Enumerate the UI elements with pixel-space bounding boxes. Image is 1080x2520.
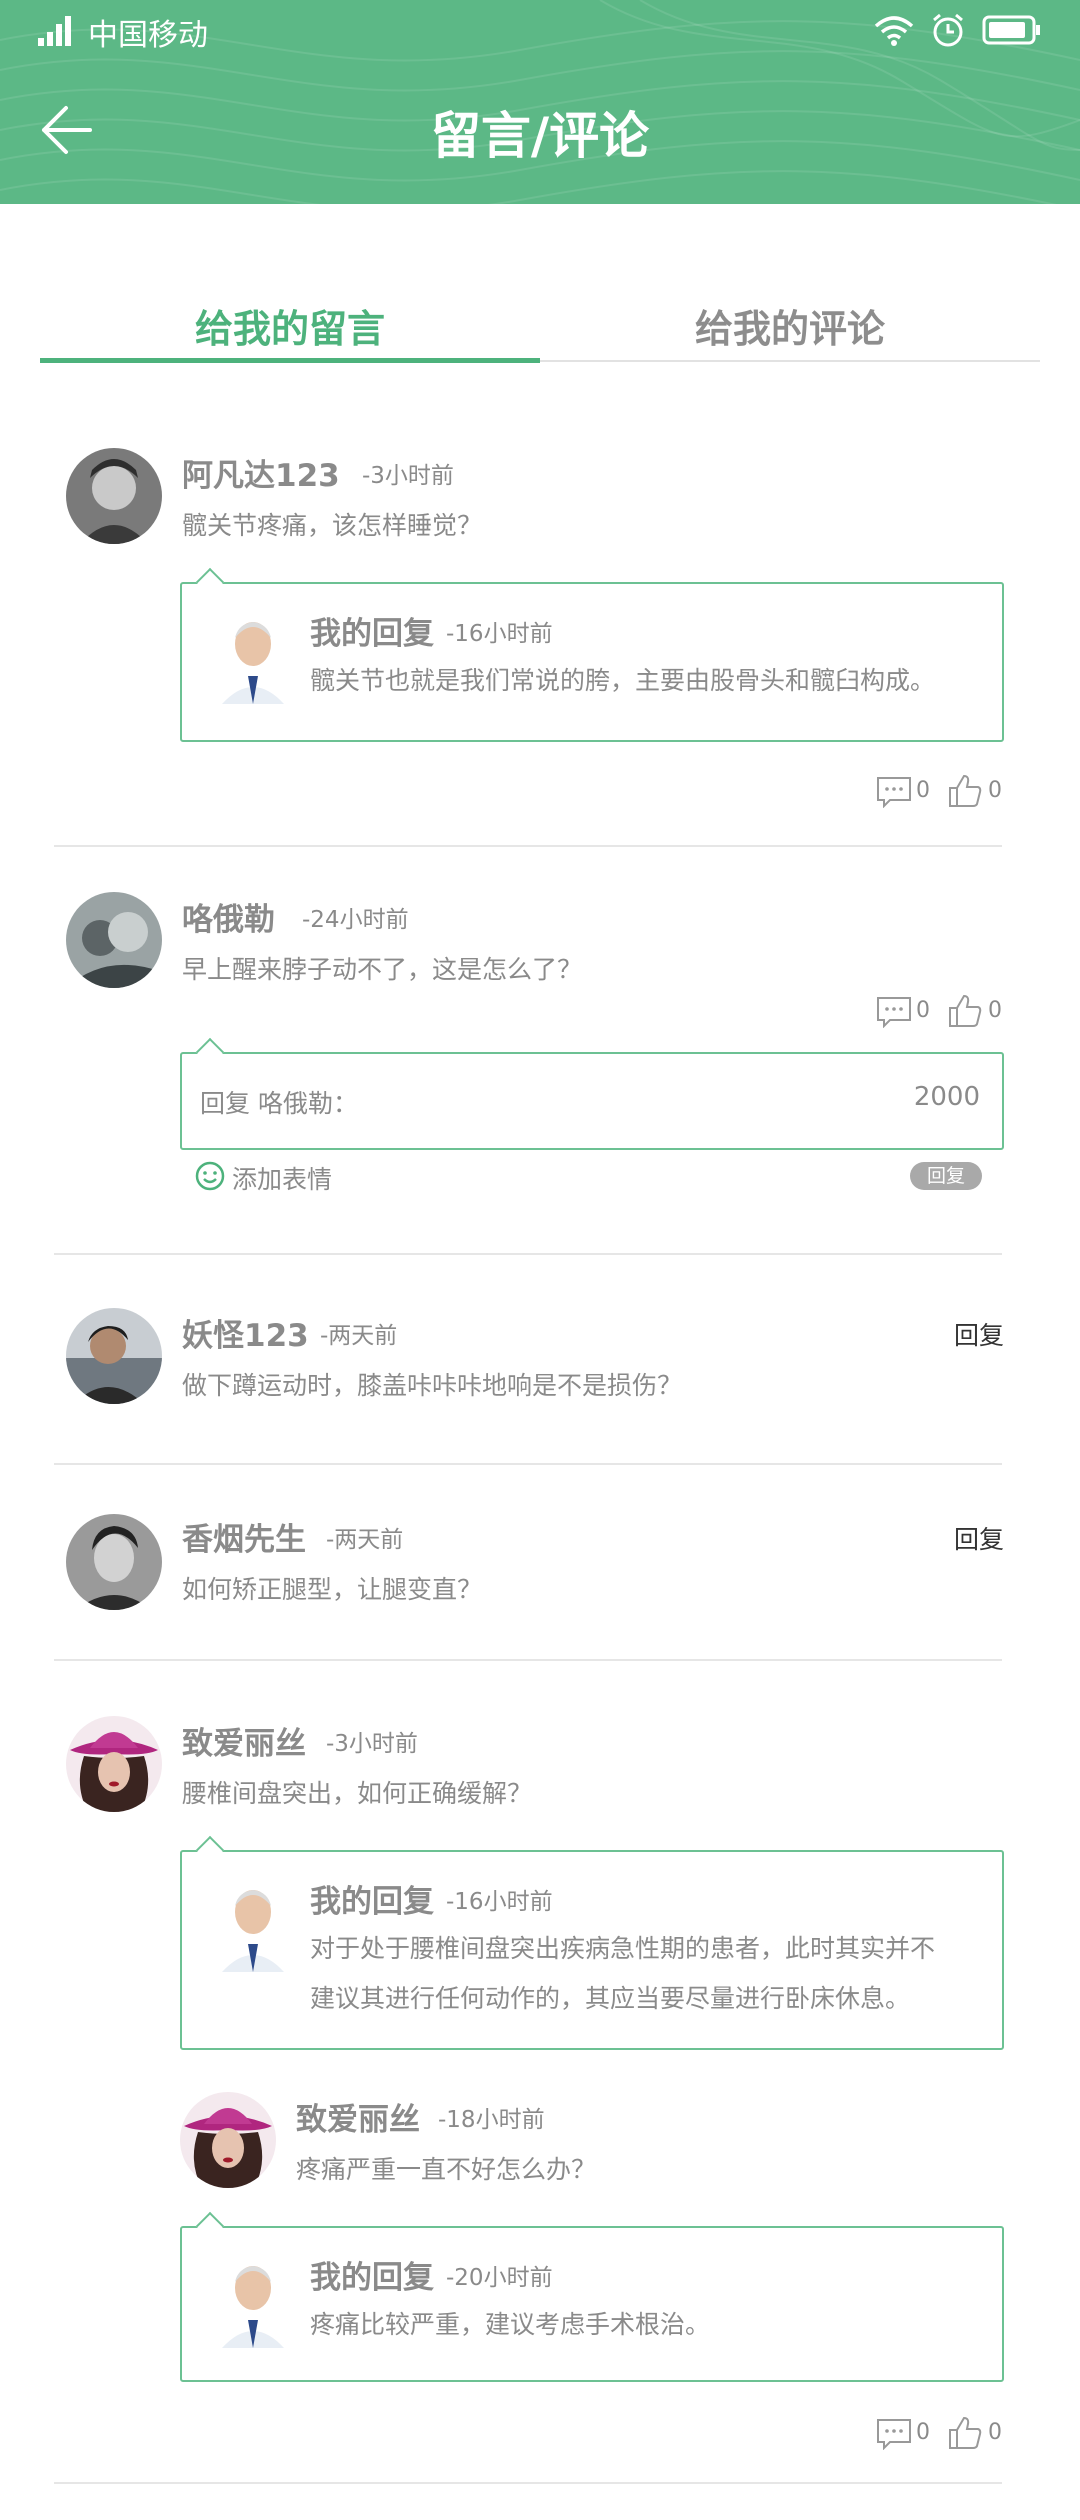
like-icon[interactable] <box>948 2416 982 2450</box>
comment-count: 0 <box>916 998 930 1023</box>
add-emoji-link[interactable]: 添加表情 <box>232 1160 332 1196</box>
doctor-avatar <box>218 614 288 704</box>
separator <box>54 1463 1002 1465</box>
message-actions: 0 0 <box>876 2414 1006 2454</box>
active-tab-indicator <box>40 358 540 363</box>
doctor-avatar <box>218 2258 288 2348</box>
reply-time: -16小时前 <box>446 1889 553 1915</box>
smiley-icon[interactable] <box>194 1160 226 1192</box>
page-title: 留言/评论 <box>430 107 650 165</box>
message-text: 早上醒来脖子动不了，这是怎么了？ <box>182 955 583 984</box>
followup-text: 疼痛严重一直不好怎么办？ <box>296 2155 597 2184</box>
separator <box>54 2482 1002 2484</box>
separator <box>54 1659 1002 1661</box>
user-avatar[interactable] <box>66 892 162 988</box>
tab-comments[interactable]: 给我的评论 <box>540 298 1040 353</box>
reply-time: -16小时前 <box>446 621 553 647</box>
user-avatar[interactable] <box>66 1716 162 1812</box>
user-name: 妖怪123 <box>182 1318 309 1354</box>
carrier-name: 中国移动 <box>88 18 208 53</box>
message-text: 做下蹲运动时，膝盖咔咔咔地响是不是损伤？ <box>182 1371 683 1400</box>
followup-time: -18小时前 <box>438 2107 545 2133</box>
comment-icon[interactable] <box>876 2418 912 2450</box>
comment-count: 0 <box>916 778 930 803</box>
message-time: -24小时前 <box>302 907 409 933</box>
followup-user-name: 致爱丽丝 <box>296 2102 420 2138</box>
user-avatar[interactable] <box>66 448 162 544</box>
status-bar: 中国移动 <box>0 0 1080 62</box>
wifi-icon <box>874 16 914 46</box>
signal-icon <box>38 16 71 46</box>
message-time: -3小时前 <box>326 1731 418 1757</box>
reply-input-box[interactable]: 回复 咯俄勒： 2000 <box>180 1037 1004 1150</box>
comment-icon[interactable] <box>876 776 912 808</box>
user-avatar[interactable] <box>66 1308 162 1404</box>
reply-input-placeholder: 回复 咯俄勒： <box>200 1089 358 1118</box>
reply-author: 我的回复 <box>310 616 434 652</box>
comment-icon[interactable] <box>876 996 912 1028</box>
like-icon[interactable] <box>948 774 982 808</box>
user-name: 香烟先生 <box>182 1522 306 1558</box>
message-actions: 0 0 <box>876 992 1006 1032</box>
message-actions: 0 0 <box>876 772 1006 812</box>
reply-text: 疼痛比较严重，建议考虑手术根治。 <box>310 2310 711 2339</box>
send-reply-button[interactable]: 回复 <box>910 1162 982 1190</box>
separator <box>54 1253 1002 1255</box>
app-header: 中国移动 留言/评论 <box>0 0 1080 204</box>
reply-link[interactable]: 回复 <box>954 1316 1004 1352</box>
reply-text: 建议其进行任何动作的，其应当要尽量进行卧床休息。 <box>310 1984 911 2013</box>
alarm-icon <box>933 13 963 47</box>
message-time: -两天前 <box>326 1527 404 1553</box>
reply-time: -20小时前 <box>446 2265 553 2291</box>
separator <box>54 845 1002 847</box>
tab-messages[interactable]: 给我的留言 <box>40 298 540 353</box>
reply-text: 髋关节也就是我们常说的胯，主要由股骨头和髋臼构成。 <box>310 666 936 695</box>
message-time: -3小时前 <box>362 463 454 489</box>
user-name: 咯俄勒 <box>182 902 275 938</box>
message-text: 髋关节疼痛，该怎样睡觉？ <box>182 511 483 540</box>
message-time: -两天前 <box>320 1323 398 1349</box>
comment-count: 0 <box>916 2420 930 2445</box>
battery-icon <box>982 15 1040 45</box>
message-text: 如何矫正腿型，让腿变直？ <box>182 1575 483 1604</box>
reply-author: 我的回复 <box>310 2260 434 2296</box>
like-count: 0 <box>988 778 1002 803</box>
user-avatar[interactable] <box>180 2092 276 2188</box>
char-limit: 2000 <box>913 1082 980 1112</box>
user-avatar[interactable] <box>66 1514 162 1610</box>
message-text: 腰椎间盘突出，如何正确缓解？ <box>182 1779 533 1808</box>
reply-link[interactable]: 回复 <box>954 1520 1004 1556</box>
user-name: 致爱丽丝 <box>182 1726 306 1762</box>
like-count: 0 <box>988 998 1002 1023</box>
reply-author: 我的回复 <box>310 1884 434 1920</box>
user-name: 阿凡达123 <box>182 458 340 494</box>
reply-text: 对于处于腰椎间盘突出疾病急性期的患者，此时其实并不 <box>310 1934 936 1963</box>
like-count: 0 <box>988 2420 1002 2445</box>
like-icon[interactable] <box>948 994 982 1028</box>
doctor-avatar <box>218 1882 288 1972</box>
